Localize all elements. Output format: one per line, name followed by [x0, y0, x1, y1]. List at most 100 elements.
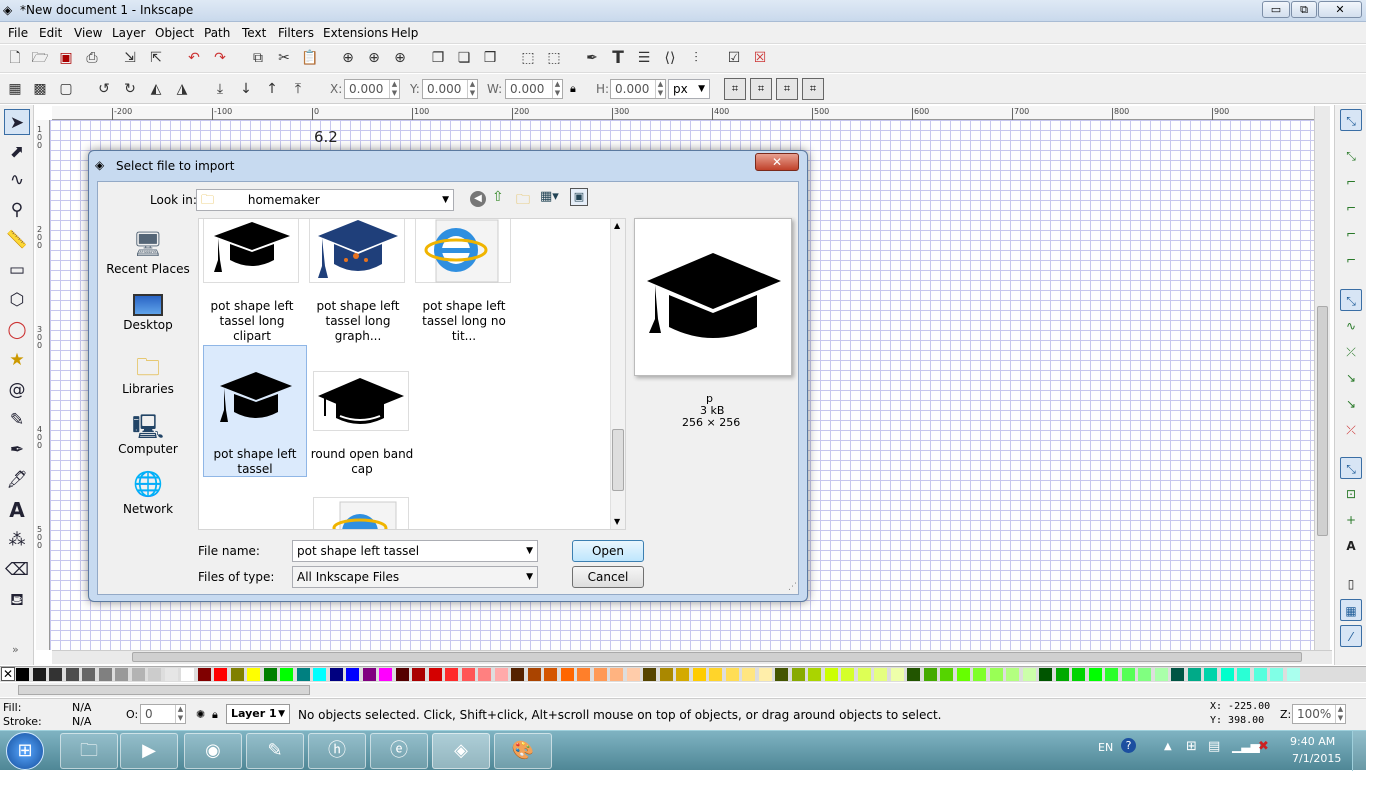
palette-swatch[interactable] [890, 668, 904, 681]
file-list[interactable]: pot shape left tassel long clipart pot s… [198, 218, 626, 530]
text-font-icon[interactable]: T [608, 48, 628, 68]
palette-swatch[interactable] [841, 668, 854, 681]
cancel-button[interactable]: Cancel [572, 566, 644, 588]
snap-smooth-nodes-icon[interactable]: ↘ [1340, 393, 1362, 415]
node-tool-icon[interactable]: ⬈ [4, 139, 30, 165]
scroll-up-icon[interactable]: ▲ [614, 221, 620, 230]
zoom-selection-icon[interactable]: ⊕ [338, 48, 358, 68]
menu-help[interactable]: Help [391, 26, 418, 40]
palette-swatch[interactable] [973, 668, 986, 681]
cut-icon[interactable]: ✂ [274, 48, 294, 68]
file-thumbnail[interactable] [203, 219, 299, 283]
palette-swatch[interactable] [164, 668, 178, 681]
scale-corners-button[interactable]: ⌗ [750, 78, 772, 100]
taskbar-media-player-icon[interactable]: ▶ [120, 733, 178, 769]
paint-bucket-tool-icon[interactable]: ⛾ [4, 587, 30, 613]
print-icon[interactable]: ⎙ [82, 48, 102, 68]
import-icon[interactable]: ⇲ [120, 48, 140, 68]
zoom-spinner-icon[interactable]: ▲ ▼ [1335, 705, 1345, 723]
clock-date[interactable]: 7/1/2015 [1292, 752, 1341, 765]
palette-swatch[interactable] [1253, 668, 1267, 681]
height-field[interactable]: 0.000 ▲ ▼ [610, 79, 666, 99]
rotate-ccw-icon[interactable]: ↺ [94, 79, 114, 99]
file-caption[interactable]: pot shape left tassel [202, 447, 308, 477]
palette-swatch[interactable] [230, 668, 244, 681]
palette-swatch[interactable] [709, 668, 722, 681]
opacity-field[interactable]: 0 ▲ ▼ [140, 704, 186, 724]
palette-swatch[interactable] [626, 668, 640, 681]
palette-swatch[interactable] [527, 668, 541, 681]
group-icon[interactable]: ⬚ [518, 48, 538, 68]
place-computer[interactable]: 🖳 Computer [100, 410, 196, 456]
palette-swatch[interactable] [296, 668, 310, 681]
xml-editor-icon[interactable]: ⟨⟩ [660, 48, 680, 68]
layers-icon[interactable]: ☰ [634, 48, 654, 68]
taskbar-explorer-icon[interactable]: 🗀 [60, 733, 118, 769]
menu-extensions[interactable]: Extensions [323, 26, 388, 40]
snap-guides-icon[interactable]: ⁄ [1340, 625, 1362, 647]
file-caption[interactable]: pot shape left tassel long clipart [199, 299, 305, 344]
palette-swatch[interactable] [313, 668, 326, 681]
palette-swatch[interactable] [49, 668, 62, 681]
text-tool-icon[interactable]: A [4, 497, 30, 523]
unit-select[interactable]: px ▼ [668, 79, 710, 99]
menu-layer[interactable]: Layer [112, 26, 145, 40]
new-folder-icon[interactable]: 🗀 [516, 189, 530, 213]
transform-gradients-button[interactable]: ⌗ [776, 78, 798, 100]
tray-expand-icon[interactable]: ▲ [1164, 741, 1172, 752]
snap-cusp-nodes-icon[interactable]: ↘ [1340, 367, 1362, 389]
palette-swatch[interactable] [544, 668, 557, 681]
palette-scrollbar[interactable] [0, 683, 1366, 697]
export-icon[interactable]: ⇱ [146, 48, 166, 68]
menu-text[interactable]: Text [242, 26, 266, 40]
y-spinner-icon[interactable]: ▲ ▼ [467, 80, 477, 98]
no-paint-icon[interactable]: ✕ [1, 667, 15, 681]
palette-swatch[interactable] [659, 668, 673, 681]
canvas-text-label[interactable]: 6.2 [314, 128, 338, 146]
palette-swatch[interactable] [676, 668, 689, 681]
show-desktop-button[interactable] [1352, 731, 1366, 771]
h-spinner-icon[interactable]: ▲ ▼ [655, 80, 665, 98]
spray-tool-icon[interactable]: ⁂ [4, 527, 30, 553]
lower-bottom-icon[interactable]: ⤓ [210, 79, 230, 99]
width-field[interactable]: 0.000 ▲ ▼ [505, 79, 563, 99]
lower-icon[interactable]: ↓ [236, 79, 256, 99]
align-distribute-icon[interactable]: ⫶ [686, 48, 706, 68]
file-list-scroll-thumb[interactable] [612, 429, 624, 491]
file-thumbnail[interactable] [207, 365, 303, 433]
palette-scroll-thumb[interactable] [18, 685, 310, 695]
layer-select[interactable]: Layer 1 ▼ [226, 704, 290, 724]
place-network[interactable]: 🌐 Network [100, 470, 196, 516]
file-caption[interactable]: pot shape left tassel long graph... [305, 299, 411, 344]
palette-swatch[interactable] [98, 668, 112, 681]
palette-swatch[interactable] [1154, 668, 1168, 681]
palette-swatch[interactable] [65, 668, 79, 681]
help-icon[interactable]: ? [1121, 738, 1136, 753]
snap-others-icon[interactable]: ⤡ [1340, 457, 1362, 479]
more-tools-icon[interactable]: » [12, 643, 19, 656]
palette-swatch[interactable] [791, 668, 805, 681]
palette-swatch[interactable] [395, 668, 409, 681]
3d-box-tool-icon[interactable]: ⬡ [4, 287, 30, 313]
dialog-close-button[interactable]: ✕ [755, 153, 799, 171]
canvas-vertical-scrollbar[interactable] [1314, 106, 1330, 652]
raise-top-icon[interactable]: ⤒ [288, 79, 308, 99]
palette-swatch[interactable] [923, 668, 937, 681]
transform-patterns-button[interactable]: ⌗ [802, 78, 824, 100]
save-icon[interactable]: ▣ [56, 48, 76, 68]
palette-swatch[interactable] [1105, 668, 1118, 681]
palette-swatch[interactable] [758, 668, 772, 681]
spiral-tool-icon[interactable]: @ [4, 377, 30, 403]
palette-swatch[interactable] [280, 668, 293, 681]
palette-swatch[interactable] [329, 668, 343, 681]
place-desktop[interactable]: Desktop [100, 290, 196, 332]
eraser-tool-icon[interactable]: ⌫ [4, 557, 30, 583]
palette-swatch[interactable] [214, 668, 227, 681]
palette-swatch[interactable] [560, 668, 574, 681]
palette-swatch[interactable] [1138, 668, 1151, 681]
clock-time[interactable]: 9:40 AM [1290, 735, 1335, 748]
file-thumbnail[interactable] [415, 219, 511, 283]
paste-icon[interactable]: 📋 [300, 48, 320, 68]
open-icon[interactable]: 🗁 [30, 48, 50, 68]
palette-swatch[interactable] [824, 668, 838, 681]
